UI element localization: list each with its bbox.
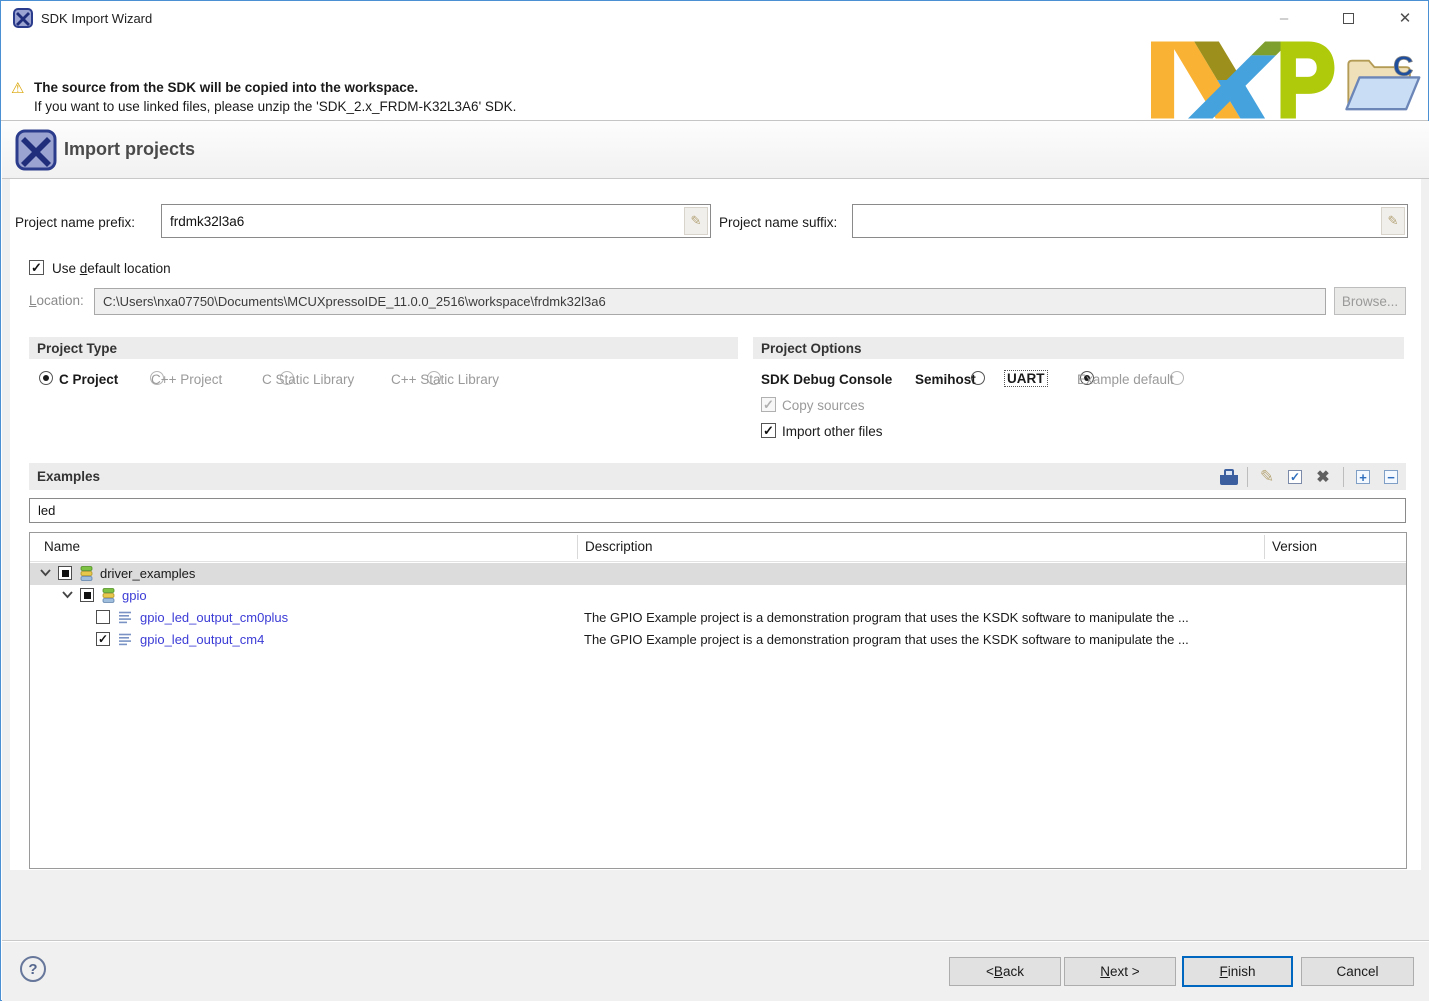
sdk-import-wizard-window: SDK Import Wizard – ✕ ⚠ The source from … — [0, 0, 1429, 1001]
project-options-header: Project Options — [753, 337, 1404, 359]
table-row[interactable]: gpio_led_output_cm0plus The GPIO Example… — [30, 607, 1406, 629]
table-row[interactable]: gpio — [30, 585, 1406, 607]
prefix-label: Project name prefix: — [15, 215, 135, 230]
close-button[interactable]: ✕ — [1382, 1, 1428, 35]
collapse-all-icon[interactable]: − — [1379, 465, 1403, 489]
titlebar: SDK Import Wizard – ✕ — [1, 1, 1428, 37]
copy-sources-checkbox: ✓ — [761, 397, 776, 412]
example-file-icon — [118, 632, 132, 646]
app-icon — [13, 8, 33, 28]
warning-message-line1: The source from the SDK will be copied i… — [34, 80, 418, 95]
column-header-name[interactable]: Name — [44, 539, 80, 554]
import-other-files-label[interactable]: Import other files — [782, 424, 883, 439]
copy-sources-label: Copy sources — [782, 398, 865, 413]
page-title: Import projects — [64, 139, 195, 160]
location-label: Location: — [29, 293, 84, 308]
left-margin — [2, 179, 10, 870]
warning-message-line2: If you want to use linked files, please … — [34, 99, 516, 114]
import-other-files-checkbox[interactable]: ✓ — [761, 423, 776, 438]
warning-icon: ⚠ — [11, 79, 24, 97]
tree-item-label[interactable]: gpio_led_output_cm4 — [140, 632, 264, 647]
example-file-icon — [118, 610, 132, 624]
example-description: The GPIO Example project is a demonstrat… — [584, 610, 1189, 625]
tree-item-label[interactable]: driver_examples — [100, 566, 195, 581]
chevron-down-icon[interactable] — [40, 569, 51, 577]
example-description: The GPIO Example project is a demonstrat… — [584, 632, 1189, 647]
radio-cpp-static-library-label[interactable]: C++ Static Library — [391, 372, 499, 387]
radio-c-project-label[interactable]: C Project — [59, 372, 118, 387]
expand-all-icon[interactable]: + — [1351, 465, 1375, 489]
maximize-icon — [1343, 13, 1354, 24]
category-layers-icon — [80, 566, 93, 581]
suffix-label: Project name suffix: — [719, 215, 837, 230]
sdk-folder-icon: C — [1339, 51, 1423, 117]
category-layers-icon — [102, 588, 115, 603]
column-header-version[interactable]: Version — [1272, 539, 1317, 554]
use-default-location-checkbox[interactable]: ✓ — [29, 260, 44, 275]
radio-example-default-label[interactable]: Example default — [1077, 372, 1174, 387]
select-all-icon[interactable]: ✓ — [1283, 465, 1307, 489]
wizard-banner: Import projects — [2, 121, 1429, 179]
finish-button[interactable]: Finish — [1182, 956, 1293, 987]
examples-filter-input[interactable] — [29, 498, 1406, 523]
nxp-logo: NXP — [1151, 41, 1336, 119]
prefix-input[interactable] — [161, 204, 711, 238]
radio-uart-label[interactable]: UART — [1005, 371, 1047, 386]
column-header-description[interactable]: Description — [585, 539, 653, 554]
help-button[interactable]: ? — [20, 956, 46, 982]
tristate-checkbox[interactable] — [58, 566, 72, 580]
tristate-checkbox[interactable] — [80, 588, 94, 602]
clear-selection-icon[interactable]: ✖ — [1311, 465, 1335, 489]
example-checkbox-unchecked[interactable] — [96, 610, 110, 624]
chevron-down-icon[interactable] — [62, 591, 73, 599]
tree-item-label[interactable]: gpio — [122, 588, 147, 603]
radio-cpp-project-label[interactable]: C++ Project — [151, 372, 222, 387]
examples-table: Name Description Version driver_examples — [29, 532, 1407, 869]
footer-spacer — [2, 870, 1429, 940]
edit-example-icon[interactable]: ✎ — [1255, 465, 1279, 489]
examples-header: Examples — [29, 463, 1406, 490]
location-field: C:\Users\nxa07750\Documents\MCUXpressoID… — [94, 288, 1326, 315]
import-projects-icon — [15, 129, 57, 171]
browse-button[interactable]: Browse... — [1334, 287, 1406, 315]
use-default-location-label: Use default location — [52, 261, 171, 276]
import-example-icon[interactable] — [1217, 465, 1241, 489]
next-button[interactable]: Next > — [1064, 957, 1176, 986]
suffix-input[interactable] — [852, 204, 1408, 238]
minimize-button[interactable]: – — [1261, 1, 1307, 35]
suffix-edit-icon[interactable]: ✎ — [1381, 207, 1405, 235]
window-title: SDK Import Wizard — [41, 11, 152, 26]
cancel-button[interactable]: Cancel — [1301, 957, 1414, 986]
radio-c-static-library-label[interactable]: C Static Library — [262, 372, 354, 387]
back-button[interactable]: < Back — [949, 957, 1061, 986]
radio-semihost-label[interactable]: Semihost — [915, 372, 976, 387]
sdk-debug-console-label: SDK Debug Console — [761, 372, 892, 387]
example-checkbox-checked[interactable]: ✓ — [96, 632, 110, 646]
prefix-edit-icon[interactable]: ✎ — [684, 207, 708, 235]
table-row[interactable]: ✓ gpio_led_output_cm4 The GPIO Example p… — [30, 629, 1406, 651]
right-margin — [1421, 179, 1429, 870]
table-row[interactable]: driver_examples — [30, 563, 1406, 585]
tree-item-label[interactable]: gpio_led_output_cm0plus — [140, 610, 288, 625]
maximize-button[interactable] — [1325, 1, 1371, 35]
radio-c-project[interactable] — [39, 371, 53, 385]
project-type-header: Project Type — [29, 337, 738, 359]
